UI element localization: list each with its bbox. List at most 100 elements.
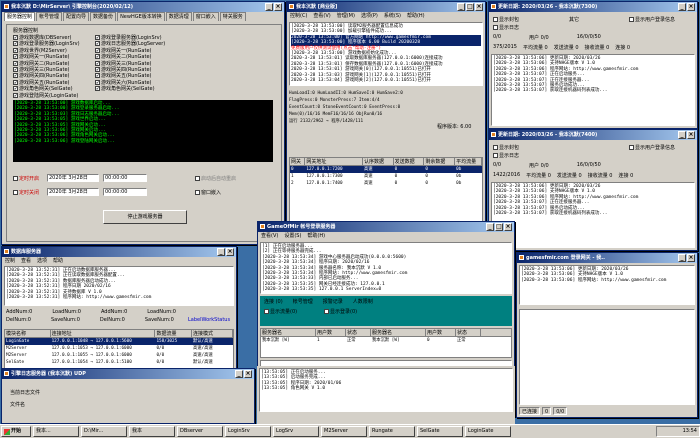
minimize-button[interactable]: _ — [235, 370, 243, 378]
panel-item[interactable]: 人数限制 — [353, 298, 373, 305]
checkbox-box[interactable]: ✔ — [95, 47, 100, 53]
minimize-button[interactable]: _ — [678, 131, 686, 139]
timer-start-label[interactable]: 定时开启 — [13, 175, 39, 182]
close-button[interactable]: × — [504, 223, 512, 231]
auto-restart-check[interactable]: 启动后自动重启 — [195, 175, 236, 182]
taskbar-item-0[interactable]: 我本... — [33, 426, 79, 437]
checkbox-box[interactable]: ✔ — [13, 66, 18, 72]
close-button[interactable]: × — [244, 370, 252, 378]
checkbox-box[interactable]: ✔ — [13, 41, 18, 47]
show-packet-check[interactable]: 显示封包 — [493, 144, 519, 151]
checkbox-box[interactable]: ✔ — [95, 60, 100, 66]
checkbox-box[interactable]: ✔ — [95, 86, 100, 92]
column-header[interactable]: 剩余数据 — [424, 158, 456, 165]
menu-item[interactable]: 控制(C) — [290, 12, 307, 20]
maximize-button[interactable]: □ — [495, 223, 503, 231]
show-login-check[interactable]: 显示用户登录信息 — [629, 16, 675, 23]
minimize-button[interactable]: _ — [678, 3, 686, 11]
title-bar[interactable]: 我本沉默 [商业版] _ □ × — [287, 2, 485, 12]
minimize-button[interactable]: _ — [217, 248, 225, 256]
maximize-button[interactable]: □ — [466, 3, 474, 11]
column-header[interactable]: 连接模式 — [192, 330, 233, 337]
timer-stop-checkbox[interactable] — [13, 190, 18, 195]
embed-window-check[interactable]: 窗口嵌入 — [195, 189, 221, 196]
column-header[interactable]: 平均流量 — [455, 158, 482, 165]
checkbox-box[interactable]: ✔ — [13, 35, 18, 40]
tab-4[interactable]: NewHGE版本转换 — [117, 12, 165, 21]
tab-0[interactable]: 服务器控制 — [4, 12, 36, 21]
tab-3[interactable]: 数据备份 — [90, 12, 117, 21]
table-row[interactable]: M2Server 127.0.0.1:1055 → 127.0.0.1:6000 0… — [5, 352, 233, 359]
tab-5[interactable]: 数据清理 — [165, 12, 192, 21]
start-time-input[interactable]: 00:00:00 — [103, 174, 147, 182]
close-button[interactable]: × — [687, 131, 695, 139]
checkbox-box[interactable]: ✔ — [95, 79, 100, 85]
close-button[interactable]: × — [475, 3, 483, 11]
stop-date-picker[interactable]: 2020年 3月28日 — [47, 188, 99, 196]
server-grid[interactable]: 服务器名 用户数 状态 服务器名 用户数 状态 我本沉默 [W] 1 正常 我本沉默 [W] 0 正常 — [260, 328, 512, 358]
tab-6[interactable]: 窗口嵌入 — [192, 12, 219, 21]
tab-7[interactable]: 特关服务 — [219, 12, 246, 21]
other-menu[interactable]: 其它 — [569, 16, 579, 23]
taskbar-item-2[interactable]: 我本 — [129, 426, 175, 437]
panel-item[interactable]: 报警记录 — [323, 298, 343, 305]
column-header[interactable]: 模块名称 — [5, 330, 51, 337]
menu-item[interactable]: 系统(S) — [384, 12, 401, 20]
checkbox-box[interactable]: ✔ — [13, 86, 18, 92]
column-header[interactable]: 发送数据 — [394, 158, 425, 165]
panel-item[interactable]: 帐号管理 — [293, 298, 313, 305]
show-log-check[interactable]: 显示日志 — [493, 24, 519, 31]
checkbox-box[interactable]: ✔ — [95, 73, 100, 79]
column-header[interactable]: 网关 — [290, 158, 306, 165]
taskbar-item-3[interactable]: DBserver — [177, 426, 223, 437]
checkbox-box[interactable]: ✔ — [95, 41, 100, 47]
show-login-check[interactable]: 显示用户登录信息 — [629, 144, 675, 151]
menu-item[interactable]: 查看 — [21, 257, 31, 265]
taskbar-item-7[interactable]: Rungate — [369, 426, 415, 437]
start-button[interactable]: 开始 — [1, 426, 31, 437]
menu-item[interactable]: 控制 — [5, 257, 15, 265]
tab-2[interactable]: 配置向导 — [63, 12, 90, 21]
table-row[interactable]: LoginGate 127.0.0.1:1048 → 127.0.0.1:5600… — [5, 338, 233, 345]
close-button[interactable]: × — [226, 248, 234, 256]
checkbox-box[interactable]: ✔ — [13, 60, 18, 66]
show-packet-check[interactable]: 显示封包 — [493, 16, 519, 23]
menu-item[interactable]: 查看(V) — [261, 232, 278, 240]
minimize-button[interactable]: _ — [457, 3, 465, 11]
menu-item[interactable]: 选项 — [37, 257, 47, 265]
close-button[interactable]: × — [274, 3, 282, 11]
menu-item[interactable]: 查看(V) — [313, 12, 330, 20]
title-bar[interactable]: GameOfMir 帐号登录服务器 _ □ × — [258, 222, 514, 232]
column-header[interactable]: 状态 — [346, 329, 371, 336]
checkbox-box[interactable]: ✔ — [13, 73, 18, 79]
column-header[interactable]: 连接地址 — [51, 330, 156, 337]
timer-stop-label[interactable]: 定时关闭 — [13, 189, 39, 196]
taskbar-item-4[interactable]: LoginSrv — [225, 426, 271, 437]
column-header[interactable]: 网关地址 — [305, 158, 363, 165]
show-traffic-check[interactable]: 显示流量(0) — [264, 308, 297, 315]
server-checkbox[interactable]: ✔ 游戏角色网关(SelGate) — [95, 86, 185, 92]
taskbar-item-5[interactable]: LogSrv — [273, 426, 319, 437]
table-row[interactable]: SelGate 127.0.0.1:1054 → 127.0.0.1:5100 0/… — [5, 359, 233, 366]
column-header[interactable]: 服务器名 — [371, 329, 426, 336]
column-header[interactable]: 数据流量 — [155, 330, 192, 337]
checkbox-box[interactable]: ✔ — [13, 92, 18, 98]
checkbox-box[interactable]: ✔ — [95, 66, 100, 72]
title-bar[interactable]: 我本沉默 D:\MirServer\ 引擎控制台(2020/02/12) _ × — [2, 2, 284, 12]
checkbox-box[interactable]: ✔ — [13, 54, 18, 60]
minimize-button[interactable]: _ — [265, 3, 273, 11]
stop-time-input[interactable]: 00:00:00 — [103, 188, 147, 196]
menu-item[interactable]: 设置(S) — [284, 232, 301, 240]
column-header[interactable]: 用户数 — [426, 329, 456, 336]
checkbox-box[interactable]: ✔ — [13, 47, 18, 53]
checkbox-box[interactable]: ✔ — [95, 35, 100, 40]
title-bar[interactable]: 更新日期: 2020/03/26 - 我本沉默(7300) _ × — [489, 2, 697, 12]
checkbox-box[interactable]: ✔ — [13, 79, 18, 85]
table-row[interactable]: 2 127.0.0.1:7400 高速 0 0 0b — [290, 180, 482, 187]
show-login-check[interactable]: 显示登录(0) — [324, 308, 357, 315]
table-row[interactable]: 我本沉默 [W] 1 正常 我本沉默 [W] 0 正常 — [261, 337, 511, 344]
menu-item[interactable]: 选项(P) — [361, 12, 378, 20]
table-row[interactable]: 1 127.0.0.1:7300 高速 0 0 0b — [290, 173, 482, 180]
checkbox-box[interactable]: ✔ — [95, 54, 100, 60]
column-header[interactable]: 用户数 — [316, 329, 346, 336]
